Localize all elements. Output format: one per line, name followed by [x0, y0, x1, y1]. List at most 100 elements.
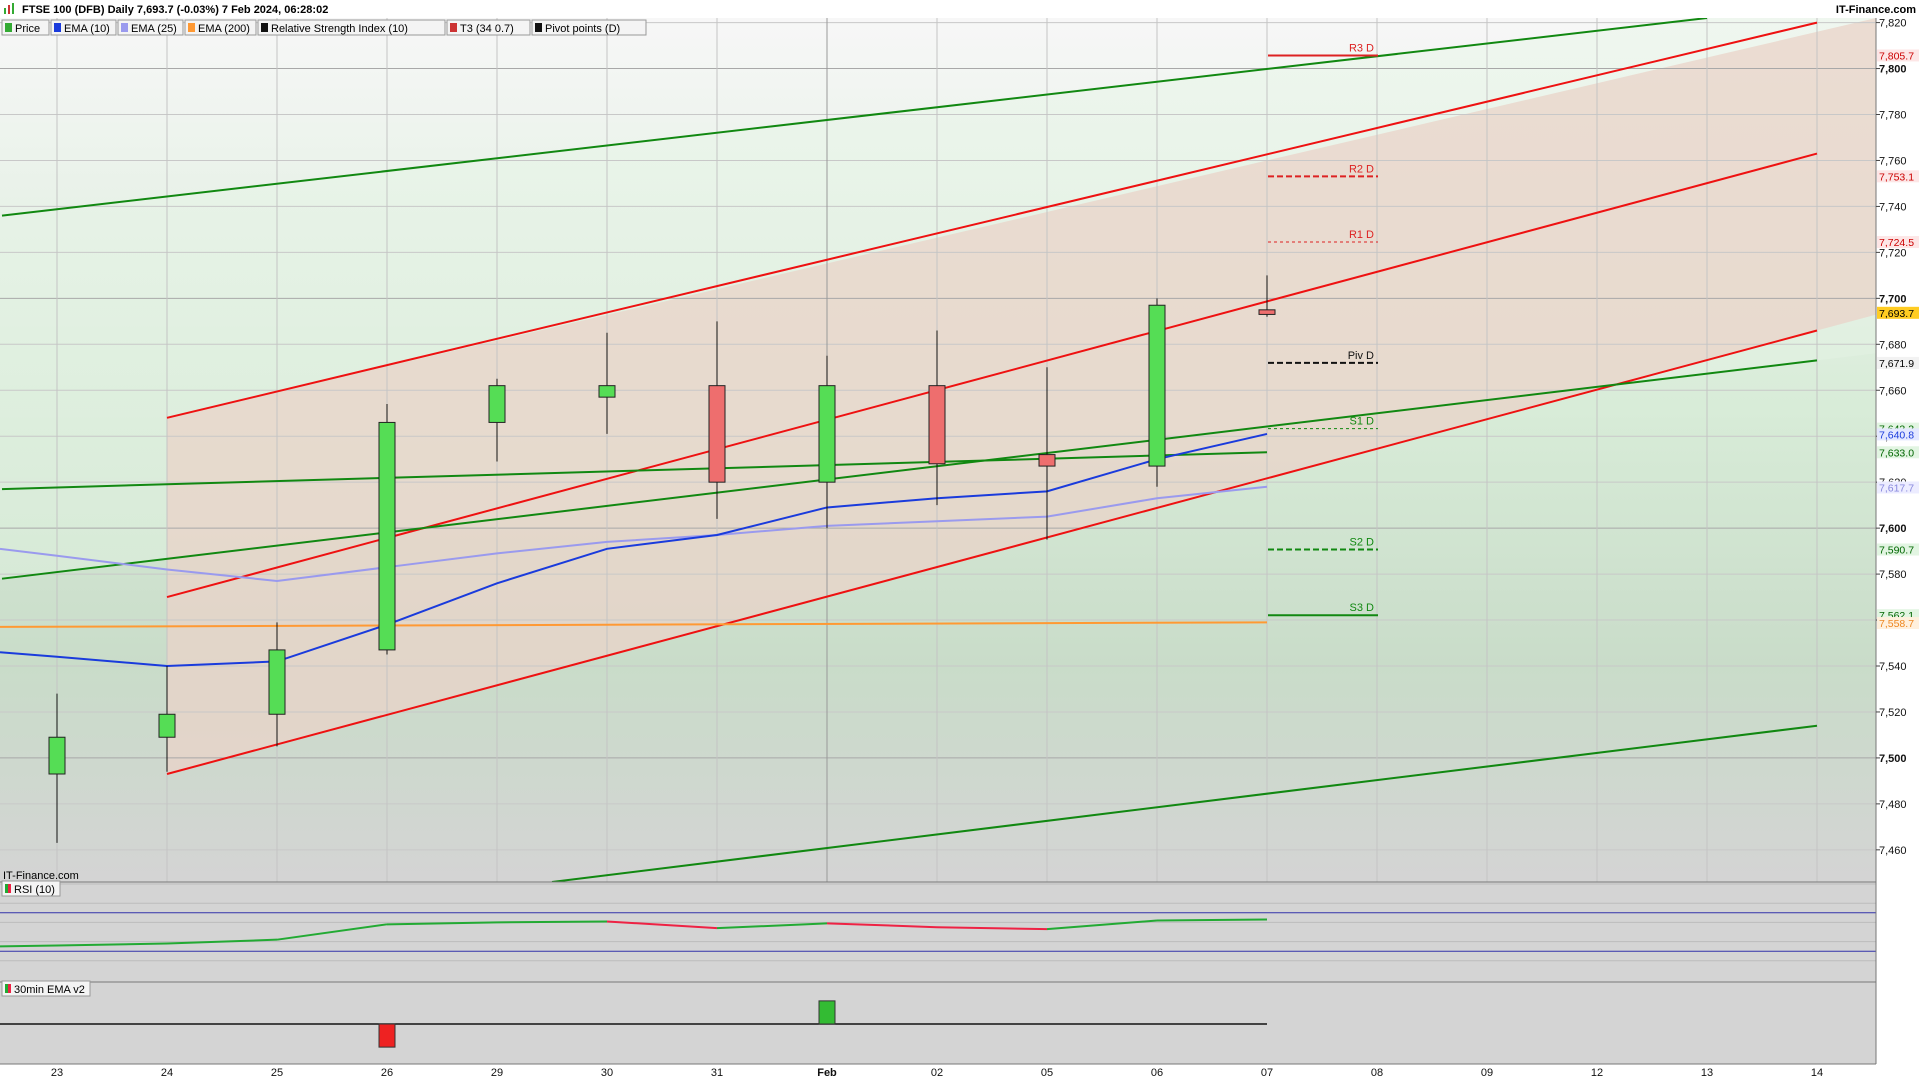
price-tag: 7,590.7 [1879, 544, 1914, 556]
ema30-legend-label: 30min EMA v2 [14, 984, 85, 996]
x-tick-label: 06 [1151, 1067, 1163, 1079]
rsi-panel[interactable]: 2040608010062.876RSI (10) [0, 879, 1920, 982]
price-tag: 7,724.5 [1879, 237, 1914, 249]
y-tick-label: 7,540 [1879, 661, 1907, 673]
legend-item-5[interactable]: Relative Strength Index (10) [257, 19, 446, 36]
y-tick-label: 7,780 [1879, 110, 1907, 122]
legend-label: Price [15, 23, 40, 35]
price-tag: 7,805.7 [1879, 50, 1914, 62]
pivot-label: Piv D [1348, 350, 1374, 362]
y-tick-label: 7,660 [1879, 385, 1907, 397]
candle-up [158, 713, 176, 738]
x-tick-label: Feb [817, 1067, 837, 1079]
candle-up [1148, 304, 1166, 467]
legend-swatch [121, 23, 128, 32]
pivot-label: R2 D [1349, 163, 1374, 175]
y-tick-label: 7,700 [1879, 293, 1907, 305]
ema30-bar-down [378, 1023, 396, 1048]
pivot-label: S1 D [1350, 416, 1375, 428]
legend-label: T3 (34 0.7) [460, 23, 514, 35]
candle-up [268, 649, 286, 715]
x-tick-label: 09 [1481, 1067, 1493, 1079]
y-tick-label: 7,760 [1879, 155, 1907, 167]
legend-swatch [450, 23, 457, 32]
price-tag: 7,558.7 [1879, 618, 1914, 630]
x-tick-label: 24 [161, 1067, 173, 1079]
ema30-legend-swatch [8, 984, 11, 993]
x-tick-label: 31 [711, 1067, 723, 1079]
x-tick-label: 13 [1701, 1067, 1713, 1079]
candle-up [48, 736, 66, 775]
y-tick-label: 7,740 [1879, 201, 1907, 213]
legend-label: Relative Strength Index (10) [271, 23, 408, 35]
legend-item-2[interactable]: EMA (10) [50, 19, 117, 36]
legend-item-1[interactable]: Price [1, 19, 50, 36]
brand-label: IT-Finance.com [1836, 4, 1916, 16]
candle-up [378, 421, 396, 651]
rsi-legend-swatch [8, 884, 11, 893]
price-tag: 7,693.7 [1879, 308, 1914, 320]
chart-header: FTSE 100 (DFB) Daily 7,693.7 (-0.03%) 7 … [0, 0, 1920, 18]
ema30-panel[interactable]: 10.50-0.50030min EMA v2 [0, 980, 1920, 1064]
y-tick-label: 7,720 [1879, 247, 1907, 259]
legend-label: EMA (200) [198, 23, 250, 35]
x-tick-label: 25 [271, 1067, 283, 1079]
price-tag: 7,633.0 [1879, 447, 1914, 459]
y-tick-label: 7,800 [1879, 64, 1907, 76]
pivot-label: S3 D [1350, 602, 1375, 614]
y-tick-label: 7,520 [1879, 707, 1907, 719]
legend-item-7[interactable]: Pivot points (D) [531, 19, 647, 36]
legend-swatch [535, 23, 542, 32]
candle-up [818, 385, 836, 483]
ema30-legend-swatch [5, 984, 8, 993]
x-tick-label: 30 [601, 1067, 613, 1079]
price-axis[interactable]: 7,4607,4807,5007,5207,5407,5607,5807,600… [1875, 0, 1920, 1080]
legend-label: Pivot points (D) [545, 23, 620, 35]
y-tick-label: 7,480 [1879, 799, 1907, 811]
candle-down [708, 385, 726, 483]
indicator-legend[interactable]: Price EMA (10) EMA (25) EMA (200) Relative S… [1, 19, 647, 36]
rsi-legend-swatch [5, 884, 8, 893]
price-tag: 7,671.9 [1879, 358, 1914, 370]
x-tick-label: 26 [381, 1067, 393, 1079]
y-tick-label: 7,680 [1879, 339, 1907, 351]
rsi-panel-background [0, 882, 1876, 982]
chart-title: FTSE 100 (DFB) Daily 7,693.7 (-0.03%) 7 … [22, 4, 328, 16]
price-tag: 7,753.1 [1879, 171, 1914, 183]
trading-chart[interactable]: R3 D R2 D R1 D Piv D S1 D S2 D S3 D IT-Finance… [0, 0, 1920, 1080]
candle-down [928, 385, 946, 465]
x-tick-label: 07 [1261, 1067, 1273, 1079]
ema30-bar-up [818, 1000, 836, 1025]
watermark: IT-Finance.com [3, 870, 79, 882]
candle-up [488, 385, 506, 423]
x-tick-label: 05 [1041, 1067, 1053, 1079]
legend-item-4[interactable]: EMA (200) [184, 19, 257, 36]
price-tag: 7,617.7 [1879, 482, 1914, 494]
legend-swatch [54, 23, 61, 32]
legend-swatch [188, 23, 195, 32]
date-axis-background [0, 1064, 1920, 1080]
ema30-panel-background [0, 982, 1876, 1064]
x-tick-label: 02 [931, 1067, 943, 1079]
rsi-segment [496, 920, 608, 924]
pivot-label: R3 D [1349, 42, 1374, 54]
pivot-label: R1 D [1349, 229, 1374, 241]
candle-up [598, 385, 616, 398]
date-axis[interactable]: 23 24 25 26 29 30 31 Feb 02 05 06 07 08 09 12 13 14 [0, 1063, 1920, 1080]
legend-item-6[interactable]: T3 (34 0.7) [446, 19, 531, 36]
candle-down [1038, 454, 1056, 467]
y-tick-label: 7,460 [1879, 845, 1907, 857]
y-tick-label: 7,600 [1879, 523, 1907, 535]
x-tick-label: 08 [1371, 1067, 1383, 1079]
legend-label: EMA (10) [64, 23, 110, 35]
y-tick-label: 7,580 [1879, 569, 1907, 581]
legend-swatch [5, 23, 12, 32]
rsi-legend-label: RSI (10) [14, 884, 55, 896]
legend-item-3[interactable]: EMA (25) [117, 19, 184, 36]
x-tick-label: 29 [491, 1067, 503, 1079]
y-tick-label: 7,500 [1879, 753, 1907, 765]
candle-down [1258, 309, 1276, 315]
y-tick-label: 7,820 [1879, 18, 1907, 30]
rsi-segment [1156, 918, 1268, 922]
x-tick-label: 12 [1591, 1067, 1603, 1079]
